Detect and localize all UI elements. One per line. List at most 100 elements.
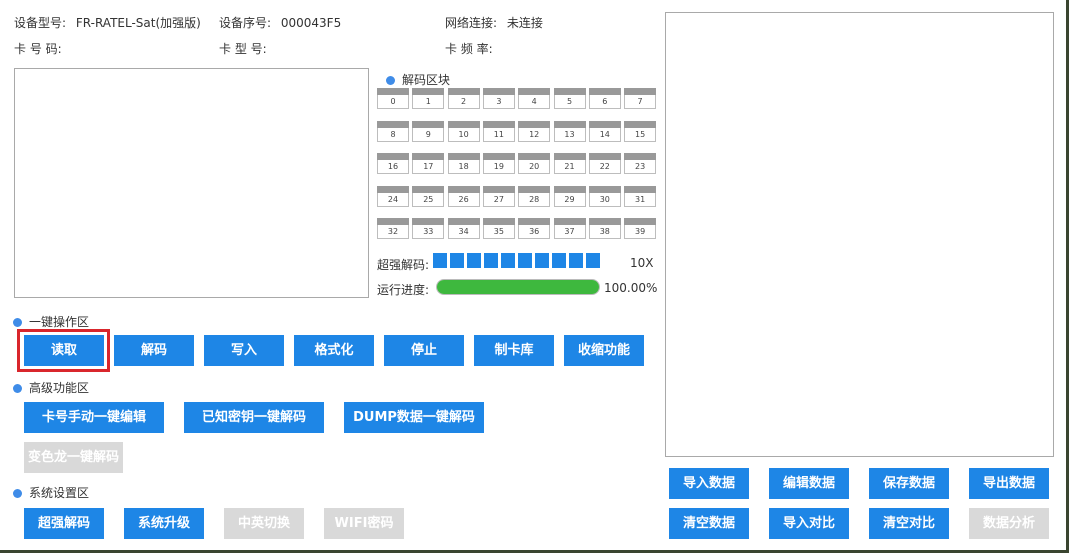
decode-block-status-bar xyxy=(412,185,445,193)
super-decode-segment xyxy=(467,253,481,268)
decode-block-number: 18 xyxy=(447,160,480,174)
card-data-panel[interactable] xyxy=(14,68,369,298)
decode-block: 0 xyxy=(377,88,409,110)
decode-block-status-bar xyxy=(482,88,515,95)
advanced-title: 高级功能区 xyxy=(29,381,90,395)
decode-block-status-bar xyxy=(588,120,621,128)
decode-block-status-bar xyxy=(447,153,480,160)
chameleon-decode-button[interactable]: 变色龙一键解码 xyxy=(24,442,123,473)
decode-block: 27 xyxy=(482,185,515,208)
super-decode-value: 10X xyxy=(630,256,654,270)
decode-block-status-bar xyxy=(447,185,480,193)
write-button[interactable]: 写入 xyxy=(204,335,284,366)
decode-block-status-bar xyxy=(482,153,515,160)
decode-block-status-bar xyxy=(518,120,551,128)
decode-block-status-bar xyxy=(553,185,586,193)
decode-blocks-header: 解码区块 xyxy=(386,71,450,88)
system-upgrade-button[interactable]: 系统升级 xyxy=(124,508,204,539)
decode-block-number: 36 xyxy=(518,225,551,239)
decode-block: 25 xyxy=(412,185,445,208)
settings-title: 系统设置区 xyxy=(29,486,90,500)
network-value: 未连接 xyxy=(506,16,543,30)
known-key-decode-button[interactable]: 已知密钥一键解码 xyxy=(184,402,324,433)
decode-block: 1 xyxy=(412,88,445,110)
decode-block-status-bar xyxy=(377,88,409,95)
decode-block-number: 1 xyxy=(412,95,445,109)
decode-block-status-bar xyxy=(377,185,409,193)
decode-block: 13 xyxy=(553,120,586,143)
decode-block-status-bar xyxy=(412,218,445,225)
manual-card-edit-button[interactable]: 卡号手动一键编辑 xyxy=(24,402,164,433)
clear-compare-button[interactable]: 清空对比 xyxy=(869,508,949,539)
decode-block-status-bar xyxy=(447,120,480,128)
advanced-header: 高级功能区 xyxy=(13,379,89,396)
decode-block-number: 7 xyxy=(624,95,657,109)
card-number-label: 卡 号 码: xyxy=(14,42,62,56)
collapse-button[interactable]: 收缩功能 xyxy=(564,335,644,366)
decode-block-status-bar xyxy=(553,218,586,225)
decode-block: 22 xyxy=(588,153,621,175)
data-display-panel[interactable] xyxy=(665,12,1054,457)
card-type-label: 卡 型 号: xyxy=(219,42,267,56)
decode-block-number: 19 xyxy=(482,160,515,174)
decode-block-status-bar xyxy=(518,153,551,160)
decode-block-status-bar xyxy=(518,88,551,95)
super-decode-label: 超强解码: xyxy=(377,258,430,272)
card-library-button[interactable]: 制卡库 xyxy=(474,335,554,366)
language-switch-button[interactable]: 中英切换 xyxy=(224,508,304,539)
decode-block-status-bar xyxy=(447,218,480,225)
dump-decode-button[interactable]: DUMP数据一键解码 xyxy=(344,402,484,433)
wifi-password-button[interactable]: WIFI密码 xyxy=(324,508,404,539)
settings-header: 系统设置区 xyxy=(13,484,89,501)
decode-block-status-bar xyxy=(482,218,515,225)
decode-block-number: 12 xyxy=(518,127,551,142)
format-button[interactable]: 格式化 xyxy=(294,335,374,366)
device-model-value: FR-RATEL-Sat(加强版) xyxy=(75,16,201,30)
import-compare-button[interactable]: 导入对比 xyxy=(769,508,849,539)
decode-block-status-bar xyxy=(624,218,657,225)
decode-block-status-bar xyxy=(412,88,445,95)
decode-block: 19 xyxy=(482,153,515,175)
super-decode-button[interactable]: 超强解码 xyxy=(24,508,104,539)
network-row: 网络连接: 未连接 xyxy=(445,14,543,31)
device-model-label: 设备型号: xyxy=(14,16,67,30)
main-window: 设备型号: FR-RATEL-Sat(加强版) 设备序号: 000043F5 网… xyxy=(0,0,1069,553)
decode-block: 15 xyxy=(624,120,657,143)
super-decode-segment xyxy=(586,253,600,268)
import-data-button[interactable]: 导入数据 xyxy=(669,468,749,499)
decode-block-status-bar xyxy=(624,153,657,160)
decode-block-number: 20 xyxy=(518,160,551,174)
decode-block-number: 30 xyxy=(588,192,621,207)
progress-bar xyxy=(436,279,600,295)
decode-block-number: 9 xyxy=(412,127,445,142)
save-data-button[interactable]: 保存数据 xyxy=(869,468,949,499)
super-decode-segment xyxy=(484,253,498,268)
bullet-icon xyxy=(13,384,22,393)
decode-button[interactable]: 解码 xyxy=(114,335,194,366)
read-button[interactable]: 读取 xyxy=(24,335,104,366)
decode-block-number: 14 xyxy=(588,127,621,142)
device-model-row: 设备型号: FR-RATEL-Sat(加强版) xyxy=(14,14,201,31)
export-data-button[interactable]: 导出数据 xyxy=(969,468,1049,499)
decode-block: 3 xyxy=(482,88,515,110)
decode-block: 5 xyxy=(553,88,586,110)
decode-block: 37 xyxy=(553,218,586,240)
clear-data-button[interactable]: 清空数据 xyxy=(669,508,749,539)
decode-block-status-bar xyxy=(624,120,657,128)
super-decode-segment xyxy=(501,253,515,268)
decode-block-number: 24 xyxy=(377,192,409,207)
data-analysis-button[interactable]: 数据分析 xyxy=(969,508,1049,539)
edit-data-button[interactable]: 编辑数据 xyxy=(769,468,849,499)
one-key-header: 一键操作区 xyxy=(13,313,89,330)
decode-block: 31 xyxy=(624,185,657,208)
decode-block-status-bar xyxy=(377,218,409,225)
stop-button[interactable]: 停止 xyxy=(384,335,464,366)
decode-block: 23 xyxy=(624,153,657,175)
decode-block: 30 xyxy=(588,185,621,208)
decode-block-status-bar xyxy=(553,88,586,95)
decode-block: 38 xyxy=(588,218,621,240)
decode-block-number: 26 xyxy=(447,192,480,207)
decode-block: 33 xyxy=(412,218,445,240)
decode-block: 8 xyxy=(377,120,409,143)
network-label: 网络连接: xyxy=(445,16,498,30)
